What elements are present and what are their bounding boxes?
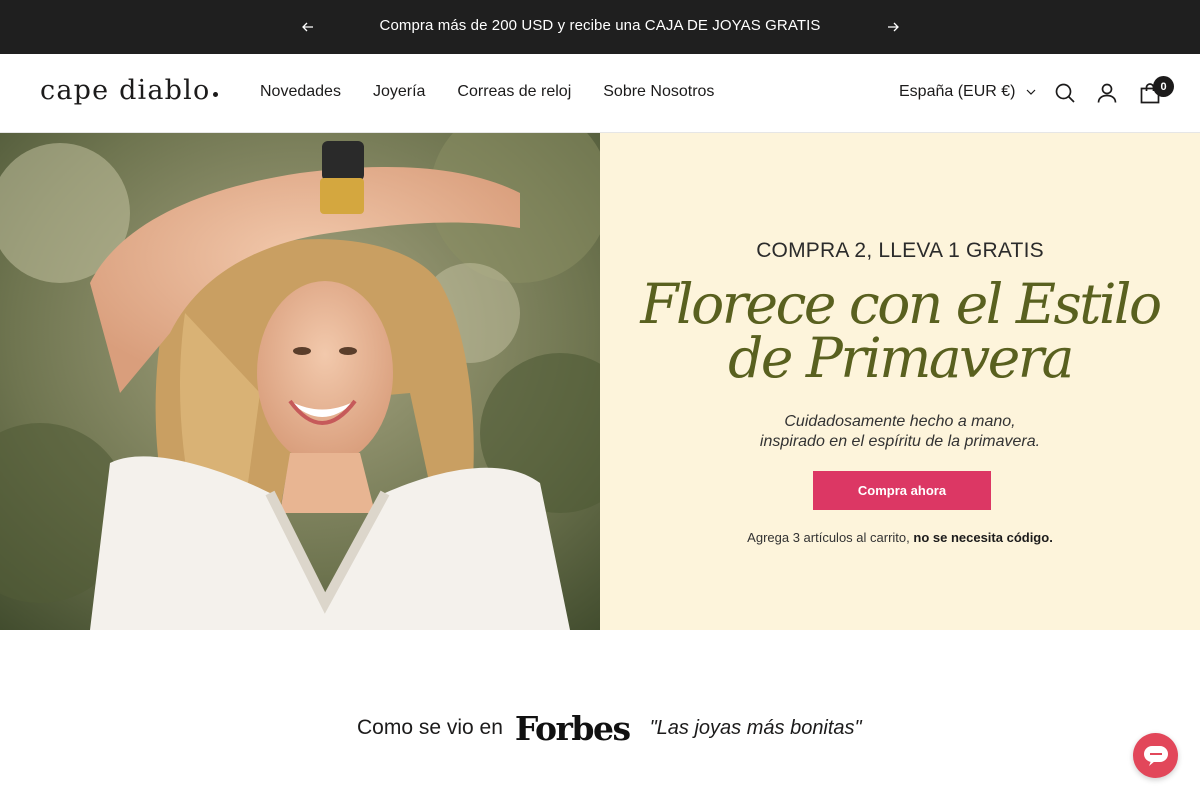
logo-dot — [213, 92, 218, 97]
press-quote: "Las joyas más bonitas" — [649, 716, 862, 739]
chevron-down-icon — [1026, 89, 1035, 95]
cart-count-badge: 0 — [1153, 76, 1174, 97]
nav-item-sobre-nosotros[interactable]: Sobre Nosotros — [603, 83, 714, 101]
nav-item-correas[interactable]: Correas de reloj — [457, 83, 571, 101]
hero-promo-panel: COMPRA 2, LLEVA 1 GRATIS Florece con el … — [600, 133, 1200, 630]
arrow-right-icon[interactable] — [883, 17, 903, 37]
promo-note-bold: no se necesita código. — [913, 530, 1053, 545]
site-header: cape diablo Novedades Joyería Correas de… — [0, 54, 1200, 133]
main-nav: Novedades Joyería Correas de reloj Sobre… — [260, 83, 714, 101]
search-icon[interactable] — [1054, 82, 1076, 104]
promo-note-text: Agrega 3 artículos al carrito, — [747, 530, 910, 545]
logo[interactable]: cape diablo — [40, 75, 210, 106]
announcement-text: Compra más de 200 USD y recibe una CAJA … — [379, 17, 821, 34]
nav-item-joyeria[interactable]: Joyería — [373, 83, 425, 101]
locale-label: España (EUR €) — [899, 83, 1016, 100]
promo-note: Agrega 3 artículos al carrito, no se nec… — [600, 530, 1200, 545]
nav-item-novedades[interactable]: Novedades — [260, 83, 341, 101]
hero-headline: Florece con el Estilo de Primavera — [600, 272, 1200, 390]
promo-eyebrow: COMPRA 2, LLEVA 1 GRATIS — [756, 239, 1044, 262]
forbes-logo: Forbes — [514, 708, 631, 748]
chat-button[interactable] — [1133, 733, 1178, 778]
shop-now-button[interactable]: Compra ahora — [813, 471, 991, 510]
hero-headline-line2: de Primavera — [728, 326, 1074, 390]
hero-headline-line1: Florece con el Estilo — [640, 272, 1162, 336]
hero-subtitle: Cuidadosamente hecho a mano, inspirado e… — [600, 412, 1200, 452]
as-seen-in-label: Como se vio en — [357, 716, 503, 739]
hero-subtitle-line1: Cuidadosamente hecho a mano, — [784, 413, 1016, 430]
locale-selector[interactable]: España (EUR €) — [899, 83, 1036, 101]
hero-subtitle-line2: inspirado en el espíritu de la primavera… — [759, 433, 1041, 450]
hero-image — [0, 133, 600, 630]
announcement-bar: Compra más de 200 USD y recibe una CAJA … — [0, 0, 1200, 54]
press-strip: Como se vio en Forbes "Las joyas más bon… — [357, 708, 862, 748]
chat-icon — [1143, 745, 1168, 766]
account-icon[interactable] — [1096, 82, 1118, 104]
